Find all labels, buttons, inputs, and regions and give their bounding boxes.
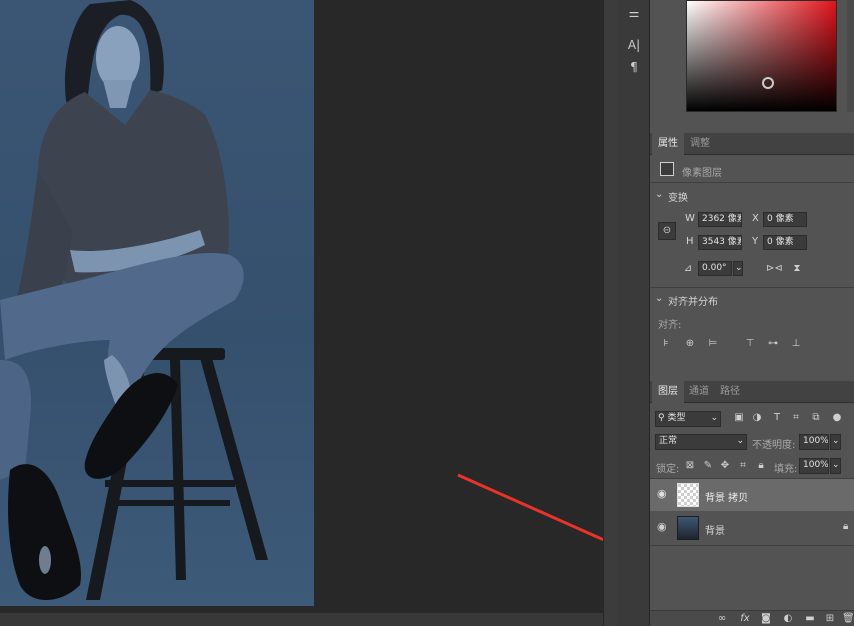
opacity-label: 不透明度: [752,440,796,451]
flip-horizontal-icon[interactable]: ⊳⊲ [766,262,783,276]
align-left-icon[interactable]: ⊧ [660,337,672,351]
fx-icon[interactable]: fx [738,612,752,626]
layer-name[interactable]: 背景 拷贝 [705,489,748,504]
align-middle-v-icon[interactable]: ⊶ [767,337,779,351]
y-field[interactable]: 0 像素 [763,235,807,250]
fill-label: 填充: [774,464,798,475]
add-mask-icon[interactable]: ◙ [759,612,773,626]
color-picker-cursor[interactable] [762,77,774,89]
eye-visibility-icon[interactable]: ◉ [657,488,669,500]
properties-tabbar: 属性 调整 [650,133,854,155]
height-field[interactable]: 3543 像素 [698,235,742,250]
lock-icon: 🔒︎ [843,521,849,532]
divider [650,545,854,546]
document-image[interactable] [0,0,314,606]
lock-paint-icon[interactable]: ✎ [702,459,714,473]
lock-all-icon[interactable]: 🔒︎ [755,459,767,473]
transform-chevron-icon[interactable]: ⌄ [655,189,663,200]
layer-filter-select[interactable]: ⚲ 类型 ⌄ [655,411,721,427]
filter-type-icon[interactable]: T [771,411,783,425]
eye-visibility-icon[interactable]: ◉ [657,521,669,533]
new-layer-icon[interactable]: ⊞ [823,612,837,626]
chevron-down-icon: ⌄ [736,436,744,446]
y-label: Y [752,236,759,247]
layer-thumbnail [677,516,699,540]
x-label: X [752,213,759,224]
filter-pixel-icon[interactable]: ▣ [733,411,745,425]
trash-icon[interactable]: 🗑︎ [842,612,854,626]
h-label: H [686,236,694,247]
tab-layers[interactable]: 图层 [652,381,684,403]
fill-chevron-icon[interactable]: ⌄ [830,458,841,474]
layer-row-selected[interactable]: ◉ 背景 拷贝 [650,479,854,511]
fill-field[interactable]: 100% [799,458,829,474]
align-top-icon[interactable]: ⊤ [744,337,756,351]
layers-bottom-bar: ∞ fx ◙ ◐ ▬ ⊞ 🗑︎ [650,610,854,626]
lock-position-icon[interactable]: ✥ [719,459,731,473]
flip-vertical-icon[interactable]: ⧗ [790,262,804,276]
link-layers-icon[interactable]: ∞ [715,612,729,626]
layer-filter-value: 类型 [667,413,686,423]
filter-adjustment-icon[interactable]: ◑ [751,411,763,425]
blend-mode-select[interactable]: 正常 ⌄ [655,434,747,450]
angle-dropdown-chevron-icon[interactable]: ⌄ [733,261,743,276]
pixel-layer-icon [660,162,674,176]
layer-kind-label: 像素图层 [682,168,722,179]
layer-thumbnail [677,483,699,507]
opacity-chevron-icon[interactable]: ⌄ [830,434,841,450]
chevron-down-icon: ⌄ [710,413,718,423]
color-picker-field[interactable] [686,0,837,112]
angle-icon: ⊿ [683,263,693,274]
layers-tabbar: 图层 通道 路径 [650,381,854,403]
angle-field[interactable]: 0.00° [698,261,732,276]
lock-transparency-icon[interactable]: ⊠ [684,459,696,473]
filter-smart-object-icon[interactable]: ⧉ [810,411,822,425]
w-label: W [685,213,695,224]
align-bottom-icon[interactable]: ⊥ [790,337,802,351]
blend-mode-value: 正常 [659,436,678,446]
transform-title: 变换 [668,193,688,204]
x-field[interactable]: 0 像素 [763,212,807,227]
tab-adjustments[interactable]: 调整 [684,133,716,155]
filter-shape-icon[interactable]: ⌗ [790,411,802,425]
align-label: 对齐: [658,320,682,331]
link-dimensions-icon[interactable]: ⊝ [658,222,676,240]
divider [650,182,854,183]
tab-paths[interactable]: 路径 [714,381,746,403]
paragraph-icon[interactable]: ¶ [625,58,643,76]
hue-slider[interactable] [847,0,854,112]
opacity-field[interactable]: 100% [799,434,829,450]
model-photo [0,0,268,600]
group-folder-icon[interactable]: ▬ [803,612,817,626]
divider [650,287,854,288]
adjustment-layer-icon[interactable]: ◐ [781,612,795,626]
align-title: 对齐并分布 [668,297,718,308]
width-field[interactable]: 2362 像素 [698,212,742,227]
layer-name[interactable]: 背景 [705,522,725,537]
lock-artboard-icon[interactable]: ⌗ [737,459,749,473]
properties-sliders-icon[interactable]: ⚌ [625,4,643,22]
align-chevron-icon[interactable]: ⌄ [655,293,663,304]
tab-channels[interactable]: 通道 [683,381,715,403]
character-icon[interactable]: A| [625,36,643,54]
layer-row[interactable]: ◉ 背景 🔒︎ [650,512,854,544]
photoshop-window: ⚌ A| ¶ 属性 调整 像素图层 ⌄ 变换 ⊝ W 2362 像素 X 0 像… [0,0,854,626]
panel-icon-column: ⚌ A| ¶ [618,0,650,626]
align-center-h-icon[interactable]: ⊕ [684,337,696,351]
lock-label: 锁定: [656,464,680,475]
panel-collapse-strip[interactable] [603,0,618,626]
align-right-icon[interactable]: ⊨ [707,337,719,351]
filter-toggle-icon[interactable]: ● [831,411,843,425]
tab-properties[interactable]: 属性 [652,133,684,155]
